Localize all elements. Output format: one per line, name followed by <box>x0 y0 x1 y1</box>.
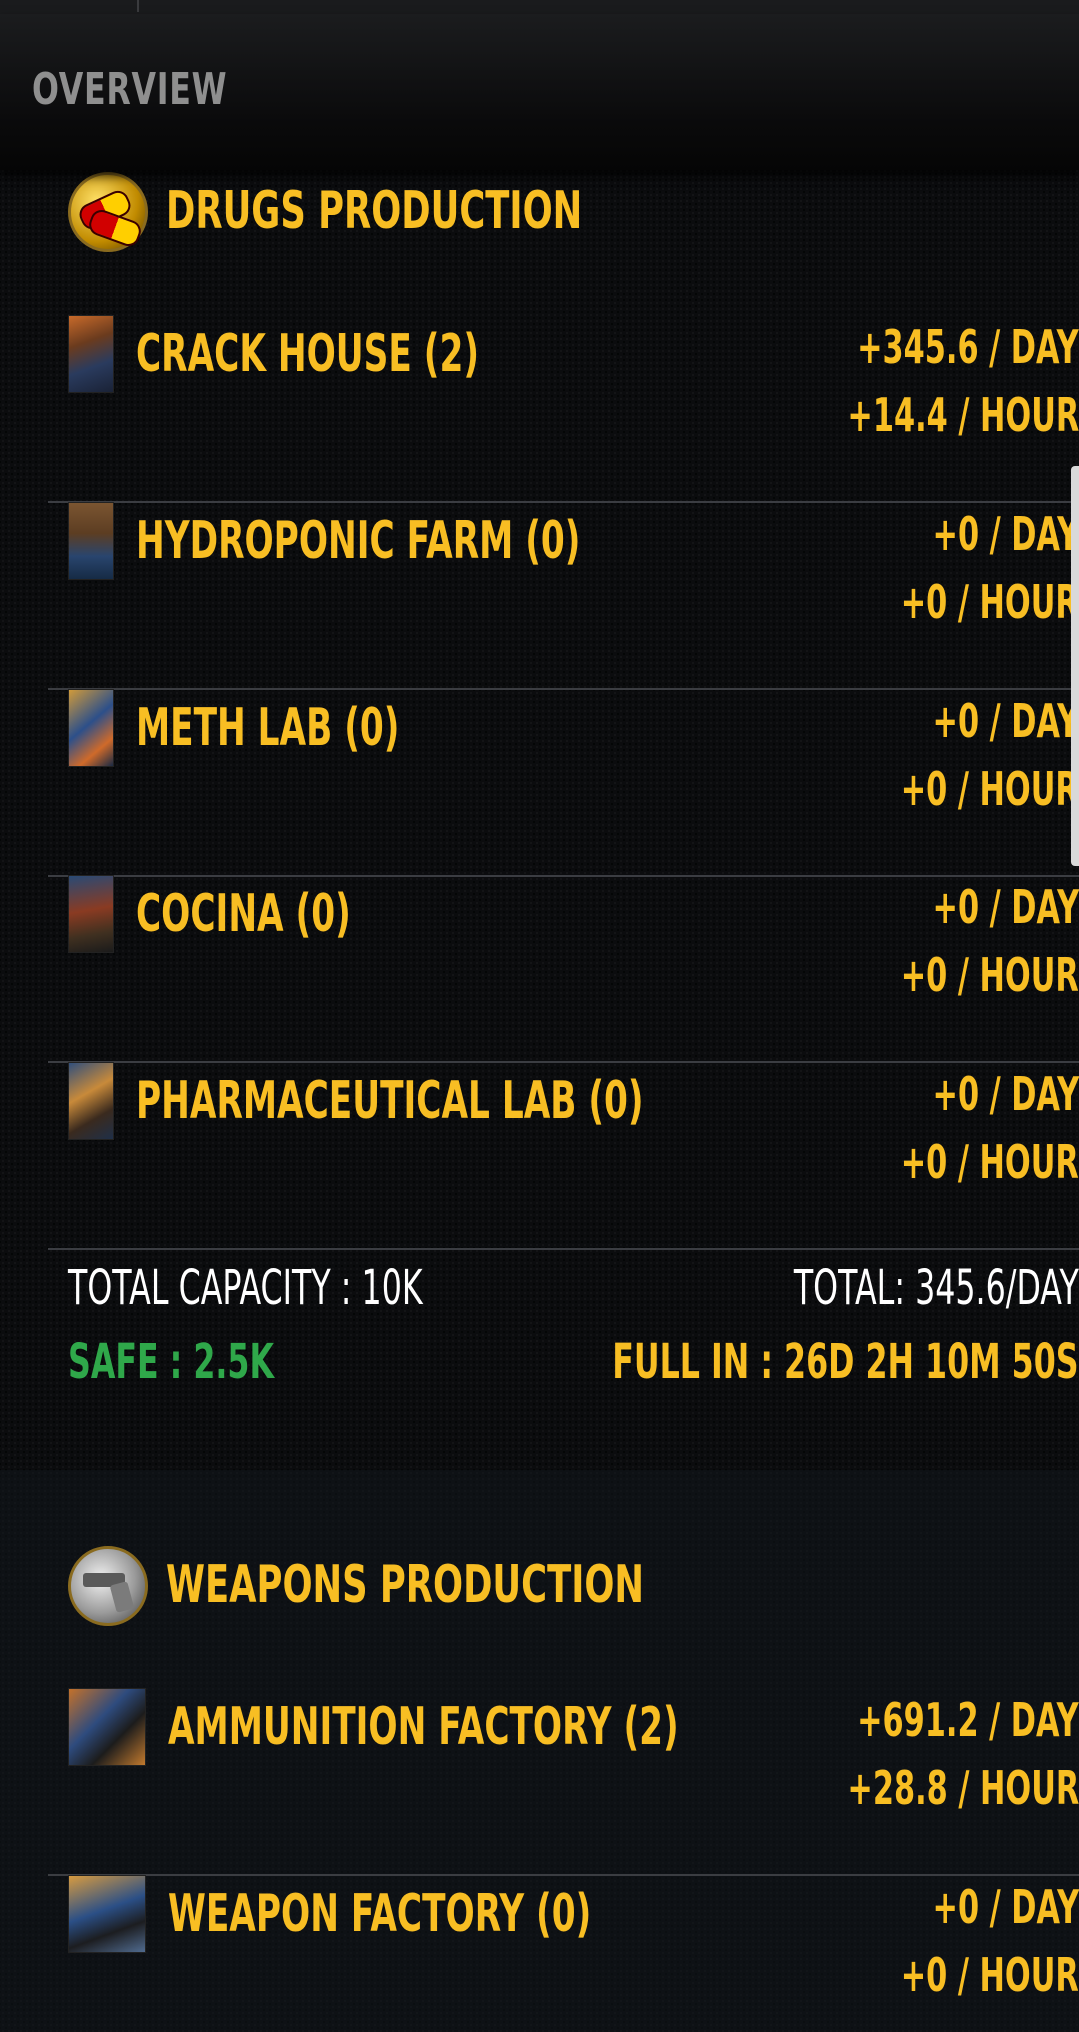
top-strip <box>0 0 1079 15</box>
drugs-section-header: DRUGS PRODUCTION <box>68 172 968 256</box>
rate-per-day: +0 / DAY <box>932 694 1079 748</box>
rate-per-day: +0 / DAY <box>932 1880 1079 1934</box>
weapons-section-header: WEAPONS PRODUCTION <box>68 1546 968 1630</box>
rate-per-hour: +0 / HOUR <box>900 575 1079 629</box>
pill-shape <box>86 206 144 250</box>
full-in-timer: FULL IN : 26D 2H 10M 50S <box>612 1334 1079 1390</box>
drugs-section-title: DRUGS PRODUCTION <box>166 181 583 241</box>
production-row-weapon-factory[interactable]: WEAPON FACTORY (0) +0 / DAY +0 / HOUR <box>48 1875 1079 2032</box>
overview-header: OVERVIEW <box>0 14 1079 170</box>
production-row-pharmaceutical-lab[interactable]: PHARMACEUTICAL LAB (0) +0 / DAY +0 / HOU… <box>48 1062 1079 1250</box>
drugs-production-section: DRUGS PRODUCTION CRACK HOUSE (2) +345.6 … <box>0 170 1079 1470</box>
production-row-cocina[interactable]: COCINA (0) +0 / DAY +0 / HOUR <box>48 875 1079 1063</box>
rate-per-hour: +0 / HOUR <box>900 948 1079 1002</box>
scrollbar[interactable] <box>1071 466 1079 866</box>
rate-per-hour: +0 / HOUR <box>900 1135 1079 1189</box>
building-name: AMMUNITION FACTORY (2) <box>168 1697 679 1757</box>
meth-lab-thumbnail <box>68 689 114 767</box>
ammunition-factory-thumbnail <box>68 1688 146 1766</box>
cocina-thumbnail <box>68 875 114 953</box>
building-name: WEAPON FACTORY (0) <box>168 1884 592 1944</box>
top-strip-divider <box>137 0 139 12</box>
rate-per-day: +0 / DAY <box>932 880 1079 934</box>
rate-per-day: +691.2 / DAY <box>857 1693 1079 1747</box>
revolver-grip <box>109 1581 135 1613</box>
rate-per-hour: +14.4 / HOUR <box>847 388 1079 442</box>
hydroponic-farm-thumbnail <box>68 502 114 580</box>
revolver-icon <box>68 1546 148 1626</box>
production-row-meth-lab[interactable]: METH LAB (0) +0 / DAY +0 / HOUR <box>48 689 1079 877</box>
pills-icon <box>68 172 148 252</box>
crack-house-thumbnail <box>68 315 114 393</box>
production-row-ammunition-factory[interactable]: AMMUNITION FACTORY (2) +691.2 / DAY +28.… <box>48 1688 1079 1876</box>
rate-per-hour: +0 / HOUR <box>900 762 1079 816</box>
building-name: PHARMACEUTICAL LAB (0) <box>136 1071 644 1131</box>
total-per-day: TOTAL: 345.6/DAY <box>793 1260 1079 1316</box>
rate-per-day: +0 / DAY <box>932 1067 1079 1121</box>
safe-amount: SAFE : 2.5K <box>68 1334 275 1390</box>
production-row-crack-house[interactable]: CRACK HOUSE (2) +345.6 / DAY +14.4 / HOU… <box>48 315 1079 503</box>
pharmaceutical-lab-thumbnail <box>68 1062 114 1140</box>
production-row-hydroponic-farm[interactable]: HYDROPONIC FARM (0) +0 / DAY +0 / HOUR <box>48 502 1079 690</box>
building-name: CRACK HOUSE (2) <box>136 324 480 384</box>
rate-per-hour: +0 / HOUR <box>900 1948 1079 2002</box>
weapons-section-title: WEAPONS PRODUCTION <box>166 1555 645 1615</box>
building-name: HYDROPONIC FARM (0) <box>136 511 581 571</box>
rate-per-hour: +28.8 / HOUR <box>847 1761 1079 1815</box>
total-capacity: TOTAL CAPACITY : 10K <box>68 1260 423 1316</box>
page-title: OVERVIEW <box>32 64 228 115</box>
weapons-production-section: WEAPONS PRODUCTION AMMUNITION FACTORY (2… <box>0 1470 1079 2032</box>
building-name: COCINA (0) <box>136 884 351 944</box>
rate-per-day: +345.6 / DAY <box>857 320 1079 374</box>
weapon-factory-thumbnail <box>68 1875 146 1953</box>
building-name: METH LAB (0) <box>136 698 400 758</box>
drugs-totals: TOTAL CAPACITY : 10K TOTAL: 345.6/DAY SA… <box>0 1256 1079 1406</box>
rate-per-day: +0 / DAY <box>932 507 1079 561</box>
